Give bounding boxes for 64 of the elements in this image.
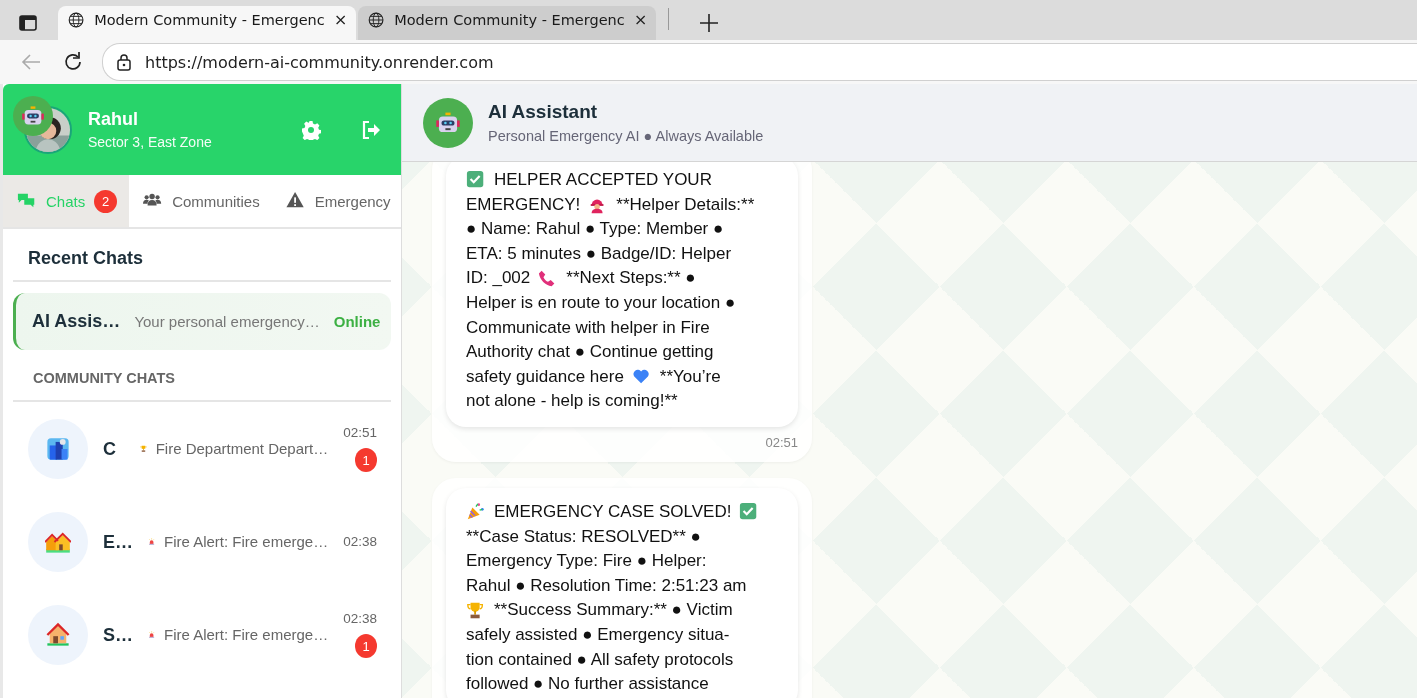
- house-icon: [45, 621, 71, 648]
- message-text: safety guidance here: [466, 365, 624, 388]
- message-text: **Next Steps:** ●: [566, 267, 696, 290]
- message-text: **Success Summary:** ● Victim: [494, 599, 733, 622]
- sidebar-toggle-icon[interactable]: [19, 14, 37, 32]
- chat-name: C: [103, 437, 117, 460]
- message-text: ETA: 5 minutes ● Badge/ID: Helper: [466, 242, 732, 265]
- chat-time: 02:51: [343, 425, 377, 440]
- message-text: not alone - help is coming!**: [466, 390, 678, 413]
- browser-tab[interactable]: Modern Community - Emergenc: [358, 6, 656, 40]
- globe-icon: [368, 10, 385, 30]
- message-text: tion contained ● All safety protocols: [466, 648, 734, 671]
- chat-time: 02:38: [343, 534, 377, 549]
- new-tab-icon[interactable]: [699, 13, 719, 33]
- logout-icon: [361, 119, 381, 140]
- buildings-icon: [45, 435, 71, 462]
- section-heading: Recent Chats: [13, 229, 391, 282]
- message-text: followed ● No further assistance: [466, 673, 709, 696]
- chat-list-item[interactable]: C Fire Department Depart… 02:51 1: [13, 402, 391, 495]
- nav-tab[interactable]: Chats 2: [3, 175, 130, 227]
- message-text: Rahul ● Resolution Time: 2:51:23 am: [466, 574, 747, 597]
- unread-badge: 1: [355, 634, 377, 658]
- reload-icon[interactable]: [62, 51, 84, 73]
- message-text: Authority chat ● Continue getting: [466, 341, 714, 364]
- message-text: safely assisted ● Emergency situa-: [466, 623, 730, 646]
- chat-subtitle: Personal Emergency AI ● Always Available: [488, 128, 764, 144]
- globe-icon: [68, 10, 85, 30]
- message-text: Helper is en route to your location ●: [466, 291, 736, 314]
- message-text: EMERGENCY!: [466, 193, 581, 216]
- lock-icon: [115, 53, 133, 71]
- chat-preview: Fire Alert: Fire emerge…: [164, 533, 329, 550]
- message-text: **Case Status: RESOLVED** ●: [466, 525, 701, 548]
- message-text: EMERGENCY CASE SOLVED!: [494, 500, 732, 523]
- browser-tab[interactable]: Modern Community - Emergenc: [58, 6, 356, 40]
- chat-preview: Your personal emergency…: [134, 313, 320, 330]
- message-text: ID: _002: [466, 267, 531, 290]
- message-text: Emergency Type: Fire ● Helper:: [466, 550, 707, 573]
- chat-list-item[interactable]: AI Assis… Your personal emergency… Online: [13, 293, 391, 350]
- chat-list-item[interactable]: E… Fire Alert: Fire emerge… 02:38: [13, 495, 391, 588]
- chat-list-item[interactable]: S… Fire Alert: Fire emerge… 02:38 1: [13, 588, 391, 681]
- message-text: ● Name: Rahul ● Type: Member ●: [466, 218, 724, 241]
- unread-badge: 1: [355, 448, 377, 472]
- unread-badge: 2: [94, 189, 118, 213]
- section-heading: COMMUNITY CHATS: [13, 350, 391, 402]
- close-icon[interactable]: [334, 13, 346, 27]
- chat-preview: Fire Department Depart…: [155, 440, 329, 457]
- chat-title: AI Assistant: [488, 101, 599, 123]
- chat-name: S…: [103, 623, 133, 646]
- message-time: 02:51: [764, 433, 798, 450]
- user-location: Sector 3, East Zone: [88, 134, 213, 150]
- message-text: **Helper Details:**: [616, 193, 755, 216]
- user-name: Rahul: [88, 109, 139, 130]
- chat-time: 02:38: [343, 611, 377, 626]
- chat-name: E…: [103, 530, 133, 553]
- message-text: **You’re: [659, 365, 721, 388]
- trophy-icon: [466, 600, 486, 621]
- close-icon[interactable]: [634, 13, 646, 27]
- settings-icon: [301, 119, 321, 140]
- chat-preview: Fire Alert: Fire emerge…: [164, 626, 329, 643]
- address-bar[interactable]: https://modern-ai-community.onrender.com: [102, 43, 1417, 81]
- message-text: Communicate with helper in Fire: [466, 316, 710, 339]
- message-text: HELPER ACCEPTED YOUR: [494, 169, 712, 191]
- chat-name: AI Assis…: [32, 311, 121, 332]
- online-status: Online: [333, 313, 381, 330]
